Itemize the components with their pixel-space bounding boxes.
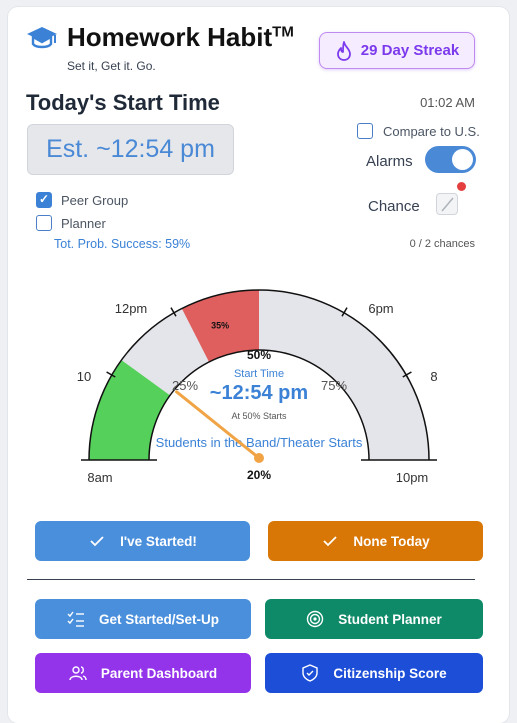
at-50-label: At 50% Starts [231,411,287,421]
compare-checkbox[interactable] [357,123,373,139]
compare-label: Compare to U.S. [383,124,480,139]
planner-label: Planner [61,216,106,231]
started-button[interactable]: I've Started! [35,521,250,561]
label-20-pct: 20% [247,468,271,482]
notification-dot [457,182,466,191]
check-icon [323,536,337,547]
student-planner-button[interactable]: Student Planner [265,599,483,639]
slash-icon [441,197,454,212]
gauge-tick-label: 10 [77,369,91,384]
success-probability: Tot. Prob. Success: 59% [54,237,191,251]
planner-checkbox[interactable] [36,215,52,231]
parent-dashboard-button[interactable]: Parent Dashboard [35,653,251,693]
gauge-tick-label: 12pm [115,301,148,316]
start-heading: Today's Start Time [26,90,220,115]
trademark: TM [272,23,294,41]
estimate-field: Est. ~12:54 pm [27,124,234,175]
setup-label: Get Started/Set-Up [98,611,220,627]
chance-button[interactable] [436,193,458,215]
alarms-label: Alarms [366,153,413,170]
none-today-label: None Today [353,533,430,549]
users-icon [69,666,87,681]
citizenship-button[interactable]: Citizenship Score [265,653,483,693]
toggle-knob [452,149,473,170]
peer-group-label: Peer Group [61,193,129,208]
started-label: I've Started! [120,533,197,549]
tagline: Set it, Get it. Go. [67,59,156,73]
gauge-tick-label: 6pm [368,301,393,316]
start-time-value: ~12:54 pm [210,382,308,404]
gauge-needle-hub [254,453,264,463]
start-time-label: Start Time [234,368,284,380]
gauge-tick-label: 10pm [396,470,429,485]
shield-icon [302,664,319,682]
peer-group-checkbox[interactable] [36,192,52,208]
divider [27,579,475,580]
parent-dashboard-label: Parent Dashboard [100,665,218,681]
citizenship-label: Citizenship Score [333,665,447,681]
setup-button[interactable]: Get Started/Set-Up [35,599,251,639]
flame-icon [336,40,351,61]
gauge-tick-label: 8 [430,369,437,384]
chance-label: Chance [368,198,420,215]
segment-35-label: 35% [211,321,229,331]
gauge-tick-label: 8am [87,470,112,485]
current-time: 01:02 AM [420,95,475,110]
label-50-pct: 50% [247,348,271,362]
app-title: Homework HabitTM [67,22,294,52]
check-icon [90,536,104,547]
chances-count: 0 / 2 chances [409,238,475,250]
start-time-gauge: 35% 50% 25% 75% Start Time ~12:54 pm At … [77,289,438,485]
graduation-cap-icon [27,27,57,49]
student-planner-label: Student Planner [338,611,442,627]
streak-label: 29 Day Streak [360,42,460,59]
band-theater-label: Students in the Band/Theater Starts [156,435,363,450]
streak-badge[interactable]: 29 Day Streak [319,32,475,69]
alarms-toggle[interactable] [425,146,476,173]
label-75-pct: 75% [321,378,347,393]
target-icon [307,610,324,628]
checklist-icon [67,611,84,627]
none-today-button[interactable]: None Today [268,521,483,561]
